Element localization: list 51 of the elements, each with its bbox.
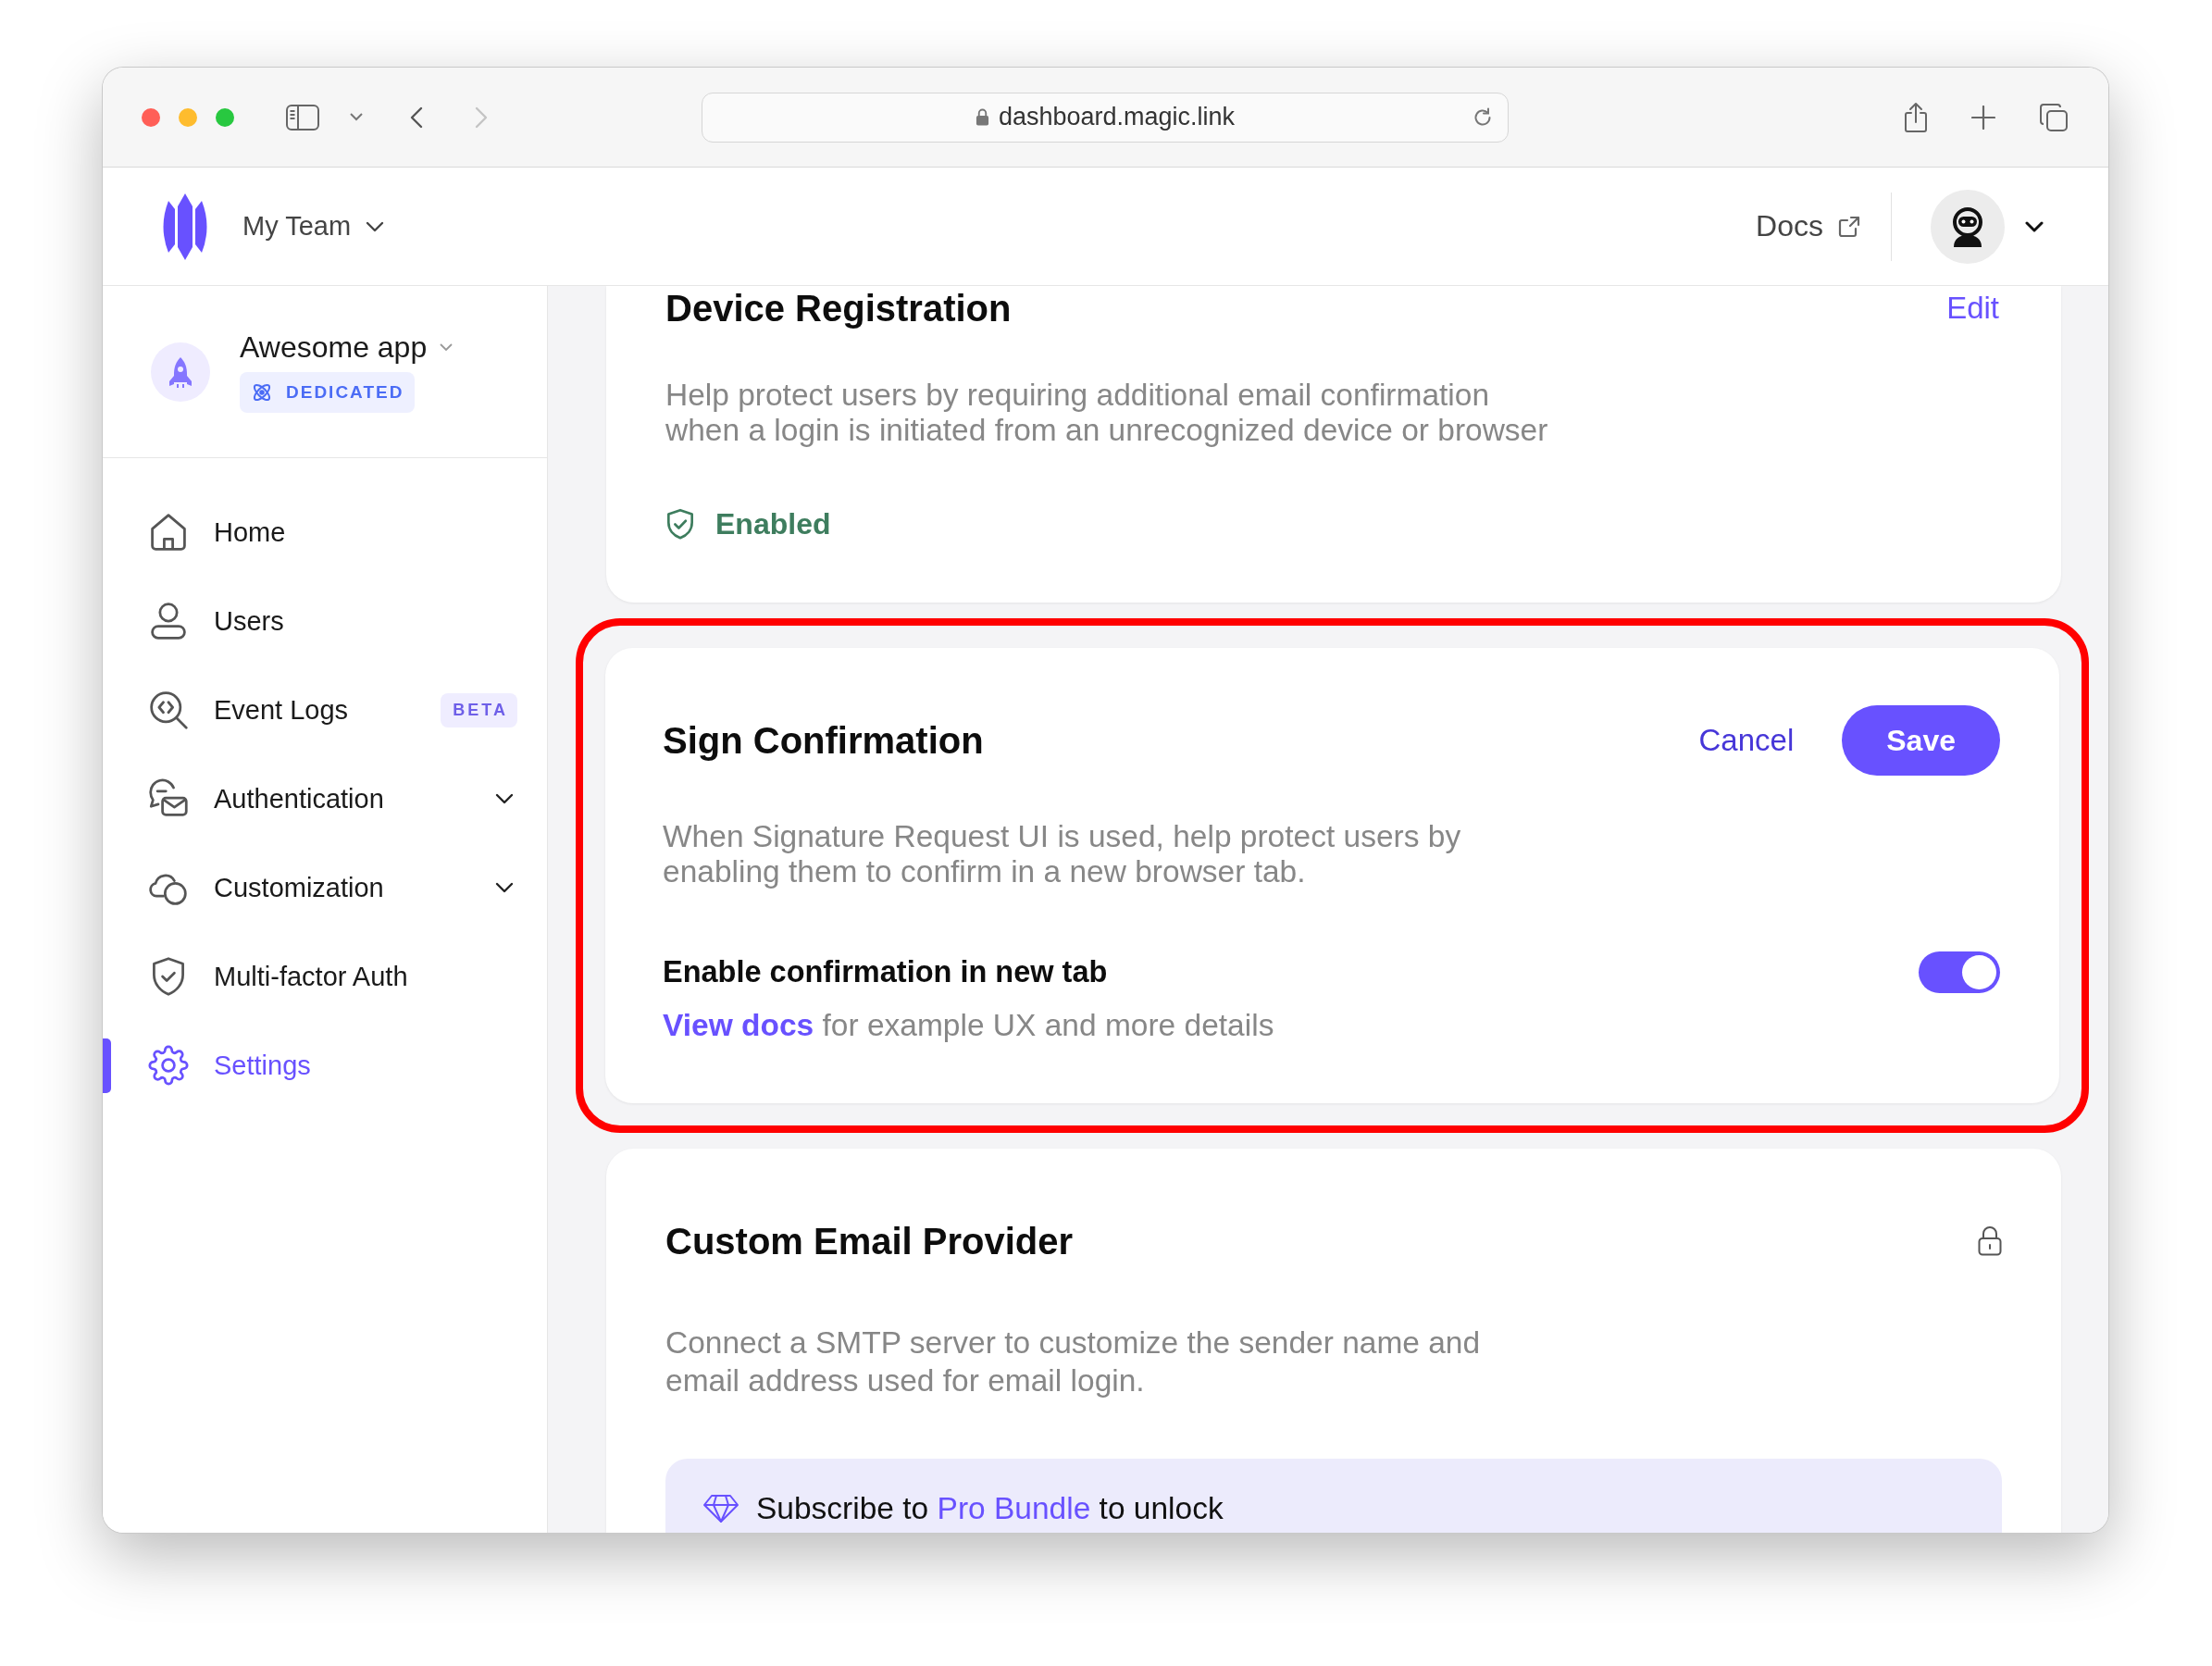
section-description: Help protect users by requiring additional email confirmation when a login is initiated from an unrecognized device or browser: [665, 378, 1549, 448]
lock-icon: [975, 108, 989, 126]
new-tab-icon[interactable]: [1971, 105, 1995, 130]
address-field[interactable]: dashboard.magic.link: [702, 92, 1509, 143]
close-window-icon[interactable]: [142, 107, 160, 127]
section-title: Device Registration: [665, 287, 1012, 329]
sidebar-item[interactable]: Authentication: [103, 754, 547, 843]
plan-label: DEDICATED: [286, 382, 404, 403]
rocket-icon: [151, 342, 210, 402]
team-switcher[interactable]: My Team: [242, 211, 385, 242]
active-indicator: [103, 1038, 111, 1093]
code-search-icon: [148, 690, 189, 730]
sidebar-item[interactable]: Users: [103, 577, 547, 665]
section-description: Connect a SMTP server to customize the sender name and email address used for email login.: [665, 1324, 1482, 1399]
chevron-down-icon[interactable]: [2025, 220, 2044, 232]
edit-link[interactable]: Edit: [1946, 291, 1999, 326]
setting-label: Enable confirmation in new tab: [663, 954, 1108, 989]
share-icon[interactable]: [1904, 101, 1928, 133]
setting-hint: View docs for example UX and more details: [663, 1008, 1275, 1043]
pro-bundle-link[interactable]: Pro Bundle: [937, 1491, 1091, 1525]
settings-icon: [148, 1045, 189, 1086]
user-icon: [148, 601, 189, 641]
external-link-icon: [1838, 215, 1860, 238]
chat-mail-icon: [148, 778, 189, 819]
status-label: Enabled: [715, 506, 831, 541]
sidebar-item[interactable]: Multi-factor Auth: [103, 932, 547, 1021]
save-button[interactable]: Save: [1842, 705, 2000, 776]
upsell-text: Subscribe to Pro Bundle to unlock: [756, 1490, 1224, 1527]
cancel-button[interactable]: Cancel: [1698, 723, 1795, 758]
sidebar-item[interactable]: Settings: [103, 1021, 547, 1110]
chevron-down-icon: [366, 220, 385, 232]
avatar-icon[interactable]: [1931, 189, 2005, 264]
section-title: Sign Confirmation: [663, 719, 984, 762]
sidebar-item[interactable]: Event Logs BETA: [103, 665, 547, 754]
sidebar-toggle-icon[interactable]: [286, 104, 319, 131]
back-icon[interactable]: [410, 106, 423, 129]
tabs-icon[interactable]: [2040, 103, 2068, 131]
gem-icon: [702, 1494, 739, 1523]
section-title: Custom Email Provider: [665, 1220, 1074, 1262]
view-docs-link[interactable]: View docs: [663, 1008, 814, 1042]
app-switcher[interactable]: Awesome app: [240, 330, 454, 365]
atom-icon: [251, 381, 273, 404]
reload-icon[interactable]: [1473, 106, 1493, 128]
sidebar-item[interactable]: Customization: [103, 843, 547, 932]
chevron-down-icon: [440, 343, 454, 352]
home-icon: [148, 512, 189, 553]
section-description: When Signature Request UI is used, help protect users by enabling them to confirm in a new browser tab.: [663, 819, 1462, 889]
beta-tag: BETA: [441, 692, 517, 727]
toggle-switch[interactable]: [1919, 951, 2000, 993]
docs-link[interactable]: Docs: [1756, 209, 1860, 243]
sidebar-item[interactable]: Home: [103, 488, 547, 577]
